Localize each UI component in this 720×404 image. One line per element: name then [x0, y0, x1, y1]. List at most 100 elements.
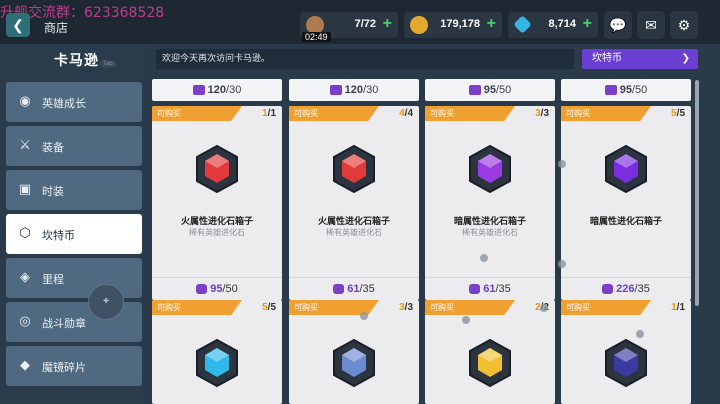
shirt-icon: ▣ [18, 182, 32, 197]
currency-icon [602, 284, 614, 295]
purchasable-tag: 可购买 [561, 300, 651, 315]
cost-header-1: 120/30 [152, 79, 282, 101]
item-name: 火属性进化石箱子 [180, 217, 253, 227]
gear-icon: ⚙ [677, 17, 691, 33]
settings-button[interactable]: ⚙ [670, 11, 698, 39]
stock-count: 5/5 [262, 302, 276, 313]
ticket-currency-icon [192, 85, 205, 96]
purchasable-tag: 可购买 [561, 106, 651, 121]
shop-item-card[interactable]: 可购买 1/1 [561, 300, 691, 404]
item-price: 61/35 [289, 277, 419, 300]
item-crate-icon [469, 338, 511, 388]
sidebar-item-mileage[interactable]: ◈ 里程 [6, 258, 142, 298]
stamina-value: 7/72 [354, 18, 376, 30]
shop-item-card[interactable]: 可购买 5/5 暗属性进化石箱子 226/35 [561, 106, 691, 300]
hexagon-coin-icon: ⬡ [19, 226, 31, 241]
overlay-dot [540, 304, 548, 312]
sidebar-item-label: 装备 [42, 141, 64, 154]
shop-item-card[interactable]: 可购买2/2 [425, 300, 555, 404]
hero-icon: ◉ [19, 94, 31, 109]
stock-count: 1/1 [671, 302, 685, 313]
item-description: 稀有英雄进化石 [326, 228, 382, 237]
overlay-dot [360, 312, 368, 320]
shop-item-card[interactable]: 可购买 5/5 [152, 300, 282, 404]
stock-count: 1/1 [262, 108, 276, 119]
welcome-message: 欢迎今天再次访问卡马逊。 [156, 49, 574, 69]
item-crate-icon [605, 338, 647, 388]
item-crate-icon [333, 144, 375, 194]
cost-header-3: 95/50 [425, 79, 555, 101]
item-crate-icon [469, 144, 511, 194]
sidebar-item-costume[interactable]: ▣ 时装 [6, 170, 142, 210]
sidebar-item-label: 里程 [42, 273, 64, 286]
currency-dropdown-value: 坎特币 [592, 53, 622, 64]
add-stamina-button[interactable]: + [383, 15, 392, 33]
stock-count: 4/4 [399, 108, 413, 119]
item-name: 火属性进化石箱子 [317, 217, 390, 227]
coin-stack-icon [468, 85, 481, 96]
item-price: 226/35 [561, 277, 691, 300]
chat-button[interactable]: 💬 [604, 11, 632, 39]
stock-count: 5/5 [671, 108, 685, 119]
ticket-currency-icon [329, 85, 342, 96]
diamond-resource: 8,714 + [508, 12, 598, 38]
item-name: 暗属性进化石箱子 [589, 217, 662, 227]
virtual-joystick[interactable]: ✚ [88, 284, 124, 320]
currency-icon [333, 284, 345, 295]
ticket-icon: ◈ [20, 270, 30, 285]
shop-item-card[interactable]: 可购买 3/3 [289, 300, 419, 404]
item-crate-icon [605, 144, 647, 194]
mirror-shard-icon: ◆ [20, 358, 30, 373]
brand-tab-hint: Tab [100, 61, 116, 67]
sidebar-item-label: 魔镜碎片 [42, 361, 86, 374]
mail-button[interactable]: ✉ [637, 11, 665, 39]
currency-icon [196, 284, 208, 295]
sidebar-item-label: 坎特币 [42, 229, 75, 242]
item-crate-icon [196, 338, 238, 388]
item-description: 稀有英雄进化石 [189, 228, 245, 237]
coin-stack-icon [604, 85, 617, 96]
sidebar-item-mirror-shards[interactable]: ◆ 魔镜碎片 [6, 346, 142, 386]
mail-icon: ✉ [645, 17, 657, 33]
gold-resource: 179,178 + [404, 12, 502, 38]
purchasable-tag: 可购买 [425, 106, 515, 121]
overlay-dot [558, 260, 566, 268]
cost-header-2: 120/30 [289, 79, 419, 101]
overlay-dot [558, 160, 566, 168]
purchasable-tag: 可购买 [425, 300, 515, 315]
diamond-value: 8,714 [548, 18, 576, 30]
sidebar-item-kant-coin[interactable]: ⬡ 坎特币 [6, 214, 142, 254]
sidebar-item-equipment[interactable]: ⚔ 装备 [6, 126, 142, 166]
add-diamond-button[interactable]: + [583, 15, 592, 33]
item-description: 稀有英雄进化石 [462, 228, 518, 237]
sword-icon: ⚔ [19, 138, 31, 153]
shop-item-card[interactable]: 可购买 3/3 暗属性进化石箱子 稀有英雄进化石 61/35 [425, 106, 555, 300]
gold-coin-icon [410, 16, 428, 34]
overlay-dot [462, 316, 470, 324]
item-price: 95/50 [152, 277, 282, 300]
purchasable-tag: 可购买 [152, 300, 242, 315]
stock-count: 3/3 [399, 302, 413, 313]
sidebar-item-hero-growth[interactable]: ◉ 英雄成长 [6, 82, 142, 122]
add-gold-button[interactable]: + [487, 15, 496, 33]
overlay-dot [480, 254, 488, 262]
medal-icon: ◎ [19, 314, 31, 329]
back-button[interactable]: ❮ [6, 13, 30, 37]
purchasable-tag: 可购买 [152, 106, 242, 121]
stock-count: 3/3 [535, 108, 549, 119]
shop-item-card[interactable]: 可购买 1/1 火属性进化石箱子 稀有英雄进化石 95/50 [152, 106, 282, 300]
chat-icon: 💬 [609, 17, 627, 33]
diamond-icon [513, 15, 532, 34]
sidebar-item-label: 英雄成长 [42, 97, 86, 110]
sidebar-item-label: 时装 [42, 185, 64, 198]
cost-header-4: 95/50 [561, 79, 691, 101]
item-price: 61/35 [425, 277, 555, 300]
item-crate-icon [333, 338, 375, 388]
shop-item-card[interactable]: 可购买 4/4 火属性进化石箱子 稀有英雄进化石 61/35 [289, 106, 419, 300]
scrollbar[interactable] [695, 80, 699, 306]
stamina-timer: 02:49 [302, 32, 331, 42]
item-crate-icon [196, 144, 238, 194]
overlay-dot [636, 330, 644, 338]
currency-dropdown[interactable]: 坎特币 ❯ [582, 49, 698, 69]
item-name: 暗属性进化石箱子 [453, 217, 526, 227]
